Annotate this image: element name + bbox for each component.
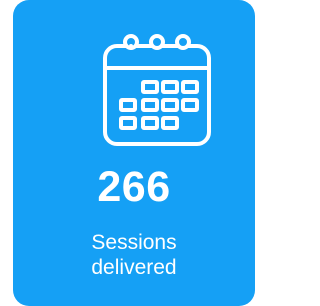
stat-card: 266 Sessions delivered (13, 0, 255, 306)
stat-label: Sessions delivered (13, 230, 255, 280)
stat-value: 266 (97, 163, 171, 211)
calendar-icon (103, 34, 211, 146)
stat-label-line-1: Sessions (91, 231, 177, 254)
stat-label-line-2: delivered (91, 256, 177, 279)
